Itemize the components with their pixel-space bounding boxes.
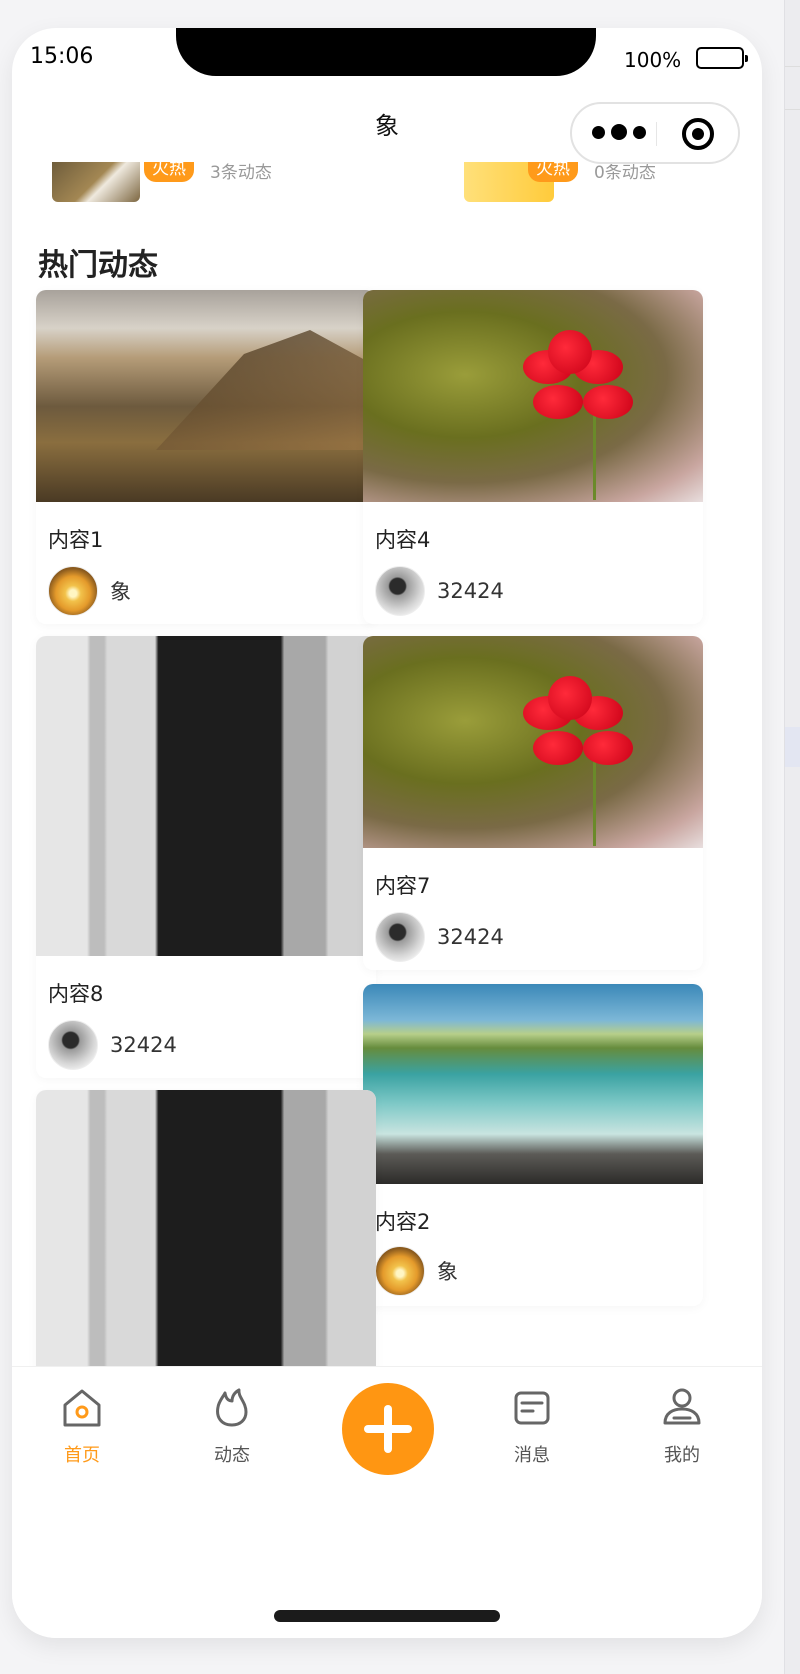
tab-bar: 首页 动态 消息 我的 (12, 1366, 762, 1638)
author-name: 32424 (437, 579, 504, 603)
close-miniprogram-icon[interactable] (682, 118, 714, 150)
home-icon (63, 1389, 101, 1427)
miniprogram-capsule (570, 102, 740, 164)
capsule-divider (656, 122, 657, 146)
tab-label: 动态 (214, 1445, 250, 1466)
post-title: 内容8 (48, 982, 104, 1006)
phone-screen: 15:06 100% 象 火热 3条动态 火热 0条动态 热门动态 内容1 象 … (12, 28, 762, 1638)
post-author: 32424 (375, 566, 504, 616)
topic-thumbnail[interactable] (52, 158, 140, 202)
canvas: 15:06 100% 象 火热 3条动态 火热 0条动态 热门动态 内容1 象 … (0, 0, 800, 1674)
post-image (36, 1090, 376, 1390)
author-name: 32424 (437, 925, 504, 949)
tab-label: 消息 (514, 1445, 550, 1466)
side-panel-edge (784, 0, 800, 1674)
tab-home[interactable]: 首页 (32, 1385, 132, 1475)
tab-label: 首页 (64, 1445, 100, 1466)
post-author: 32424 (375, 912, 504, 962)
battery-percent: 100% (624, 48, 682, 72)
post-card[interactable]: 内容1 象 (36, 290, 376, 624)
post-image (363, 290, 703, 502)
notch (176, 28, 596, 76)
post-title: 内容1 (48, 528, 104, 552)
post-author: 32424 (48, 1020, 177, 1070)
nav-bar: 象 (12, 80, 762, 164)
post-author: 象 (48, 566, 131, 616)
tab-moments[interactable]: 动态 (182, 1385, 282, 1475)
post-image (363, 984, 703, 1184)
post-image (36, 290, 376, 502)
avatar (375, 1246, 425, 1296)
avatar (375, 566, 425, 616)
post-card[interactable]: 内容2 象 (363, 984, 703, 1306)
status-time: 15:06 (30, 44, 94, 69)
section-title: 热门动态 (38, 248, 158, 283)
avatar (375, 912, 425, 962)
author-name: 32424 (110, 1033, 177, 1057)
tab-profile[interactable]: 我的 (632, 1385, 732, 1475)
post-author: 象 (375, 1246, 458, 1296)
post-image (36, 636, 376, 956)
avatar (48, 1020, 98, 1070)
post-image (363, 636, 703, 848)
post-title: 内容7 (375, 874, 431, 898)
post-title: 内容4 (375, 528, 431, 552)
post-card[interactable]: 内容8 32424 (36, 636, 376, 1078)
post-title: 内容2 (375, 1210, 431, 1234)
author-name: 象 (437, 1260, 458, 1284)
flame-icon (216, 1388, 248, 1427)
post-card[interactable]: 内容7 32424 (363, 636, 703, 970)
avatar (48, 566, 98, 616)
side-panel-highlight (785, 727, 800, 767)
side-panel-divider (785, 66, 800, 110)
message-icon (514, 1391, 550, 1425)
tab-label: 我的 (664, 1445, 700, 1466)
more-icon[interactable] (592, 122, 652, 142)
post-card[interactable] (36, 1090, 376, 1390)
battery-icon (696, 47, 748, 69)
tab-messages[interactable]: 消息 (482, 1385, 582, 1475)
author-name: 象 (110, 580, 131, 604)
home-indicator (274, 1610, 500, 1622)
profile-icon (663, 1388, 701, 1425)
plus-icon[interactable] (342, 1383, 434, 1475)
post-card[interactable]: 内容4 32424 (363, 290, 703, 624)
